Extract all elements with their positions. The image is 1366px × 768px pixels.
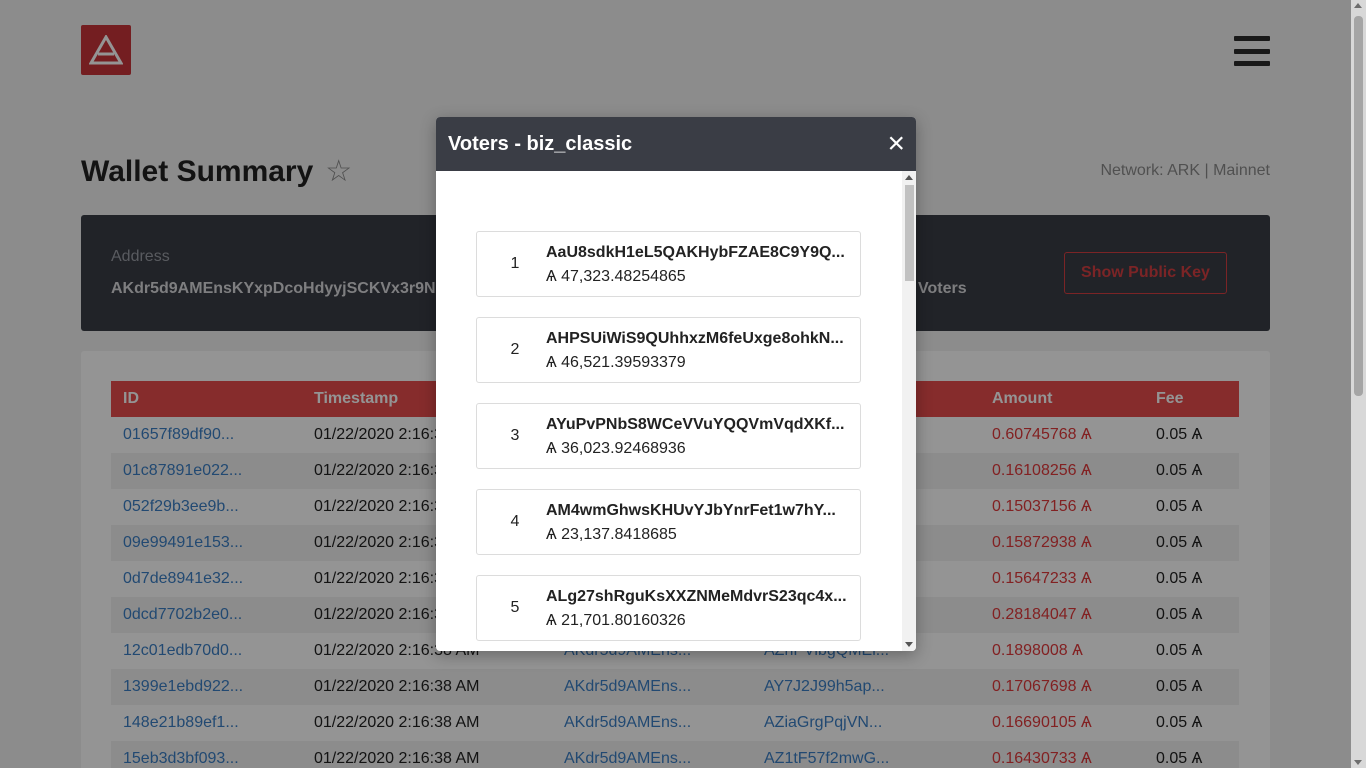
voter-balance: Ѧ 36,023.92468936 — [546, 440, 686, 457]
scroll-up-arrow-icon[interactable] — [1354, 3, 1362, 8]
scroll-up-arrow-icon[interactable] — [905, 175, 913, 180]
close-icon[interactable]: × — [887, 129, 905, 159]
voter-address[interactable]: AYuPvPNbS8WCeVVuYQQVmVqdXKf... — [546, 416, 849, 434]
voter-balance: Ѧ 47,323.48254865 — [546, 268, 686, 285]
voter-card[interactable]: 2 AHPSUiWiS9QUhhxzM6feUxge8ohkN... Ѧ 46,52… — [476, 317, 861, 383]
page-scrollbar-thumb[interactable] — [1354, 16, 1363, 396]
voter-card[interactable]: 1 AaU8sdkH1eL5QAKHybFZAE8C9Y9Q... Ѧ 47,323… — [476, 231, 861, 297]
page-scrollbar[interactable] — [1351, 0, 1366, 768]
scroll-down-arrow-icon[interactable] — [1354, 760, 1362, 765]
voter-rank: 1 — [510, 255, 520, 272]
modal-title: Voters - biz_classic — [448, 132, 633, 155]
voter-address[interactable]: AaU8sdkH1eL5QAKHybFZAE8C9Y9Q... — [546, 244, 849, 262]
voter-balance: Ѧ 46,521.39593379 — [546, 354, 686, 371]
scroll-down-arrow-icon[interactable] — [905, 642, 913, 647]
voter-rank: 2 — [510, 341, 520, 358]
voters-list[interactable]: 1 AaU8sdkH1eL5QAKHybFZAE8C9Y9Q... Ѧ 47,323… — [436, 171, 902, 651]
voter-address[interactable]: AM4wmGhwsKHUvYJbYnrFet1w7hY... — [546, 502, 849, 520]
voter-balance: Ѧ 21,701.80160326 — [546, 612, 686, 629]
modal-scrollbar[interactable] — [902, 171, 916, 651]
voter-balance: Ѧ 23,137.8418685 — [546, 526, 677, 543]
voter-card[interactable]: 5 ALg27shRguKsXXZNMeMdvrS23qc4x... Ѧ 21,70… — [476, 575, 861, 641]
modal-header: Voters - biz_classic × — [436, 117, 916, 171]
modal-scrollbar-thumb[interactable] — [905, 185, 914, 281]
voter-rank: 4 — [510, 513, 520, 530]
voter-card[interactable]: 3 AYuPvPNbS8WCeVVuYQQVmVqdXKf... Ѧ 36,023.… — [476, 403, 861, 469]
voters-modal: Voters - biz_classic × 1 AaU8sdkH1eL5QAKH… — [436, 117, 916, 651]
voter-card[interactable]: 4 AM4wmGhwsKHUvYJbYnrFet1w7hY... Ѧ 23,137.… — [476, 489, 861, 555]
voter-rank: 5 — [510, 599, 520, 616]
voter-address[interactable]: AHPSUiWiS9QUhhxzM6feUxge8ohkN... — [546, 330, 849, 348]
voter-address[interactable]: ALg27shRguKsXXZNMeMdvrS23qc4x... — [546, 588, 849, 606]
voter-rank: 3 — [510, 427, 520, 444]
